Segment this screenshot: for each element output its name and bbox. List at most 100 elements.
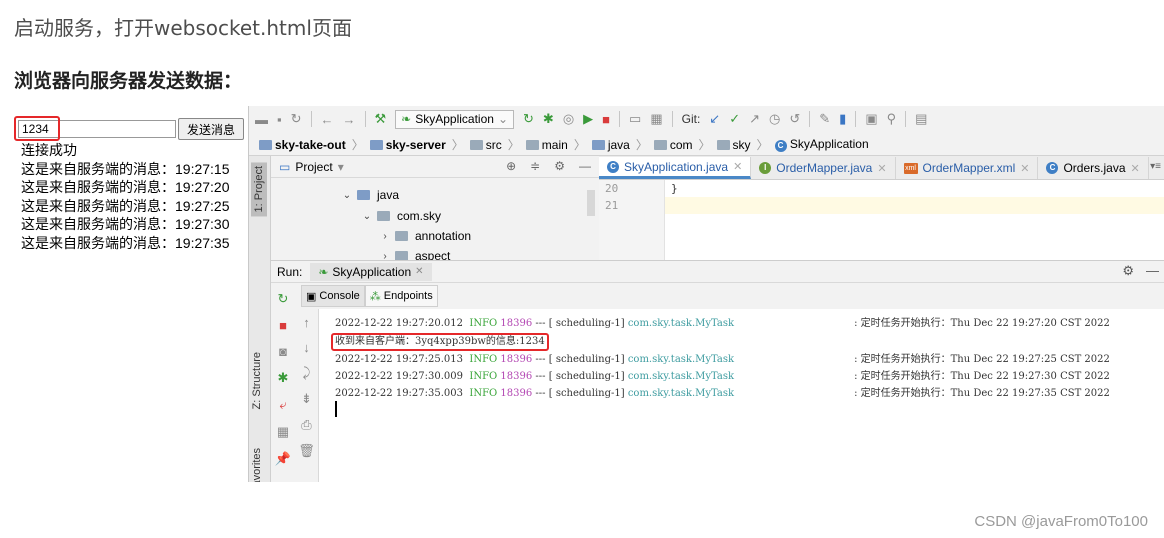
rollback-icon[interactable]: ↺ — [789, 111, 800, 127]
favorites-side-tab[interactable]: 2: Favorites — [251, 448, 263, 482]
locate-icon[interactable]: ⊕ — [506, 159, 516, 173]
git-push-icon[interactable]: ↗ — [749, 111, 760, 127]
rerun-icon[interactable]: ↻ — [278, 291, 289, 307]
toolbar-separator — [310, 111, 312, 127]
sync-icon[interactable]: ↻ — [291, 111, 302, 127]
console-output[interactable]: 2022-12-22 19:27:20.012 INFO 18396 --- [… — [319, 309, 1164, 482]
collapse-icon[interactable]: ≑ — [530, 159, 540, 173]
debug-bug-icon[interactable]: ✱ — [543, 111, 554, 127]
breadcrumb-item[interactable]: com — [653, 138, 693, 152]
close-icon[interactable]: ✕ — [877, 162, 886, 175]
text-cursor — [335, 401, 337, 417]
close-icon[interactable]: ✕ — [733, 160, 742, 173]
tab-ordermapper-java[interactable]: I OrderMapper.java ✕ — [751, 157, 896, 179]
breadcrumb-item[interactable]: sky — [716, 138, 751, 152]
message-item: 这是来自服务端的消息：19:27:15 — [21, 160, 230, 177]
class-icon: C — [607, 160, 619, 173]
layout-grid-icon[interactable]: ▦ — [277, 424, 289, 440]
profiler-icon[interactable]: ▶ — [583, 111, 593, 127]
toolbar-separator — [855, 111, 857, 127]
console-icon: ▣ — [306, 290, 317, 303]
build-hammer-icon[interactable]: ⚒ — [375, 111, 387, 127]
code-editor[interactable]: 20 21 } — [599, 180, 1164, 260]
gear-icon[interactable]: ⚙ — [554, 159, 565, 173]
rerun-icon[interactable]: ↻ — [523, 111, 534, 127]
breadcrumb-item[interactable]: sky-take-out — [259, 138, 346, 152]
translate-icon[interactable]: ▤ — [915, 111, 927, 127]
print-icon[interactable]: ⎙ — [301, 417, 311, 433]
gear-icon[interactable]: ⚙ — [1122, 263, 1134, 279]
back-arrow-icon[interactable]: ← — [321, 112, 334, 127]
chevron-down-icon[interactable]: ▾ — [338, 160, 344, 174]
structure-icon[interactable]: ▦ — [650, 111, 662, 127]
breadcrumb-item[interactable]: src — [469, 138, 502, 152]
line-number: 20 — [605, 182, 619, 195]
pin-icon[interactable]: 📌 — [275, 451, 291, 467]
tabs-overflow-icon[interactable]: ▾≡ — [1150, 161, 1161, 172]
restore-layout-icon[interactable]: ⤶ — [279, 397, 286, 413]
open-folder-icon[interactable]: ▬ — [255, 112, 268, 127]
minimize-icon[interactable]: — — [1146, 263, 1159, 279]
close-icon[interactable]: ✕ — [1131, 162, 1140, 175]
forward-arrow-icon[interactable]: → — [343, 112, 356, 127]
project-title[interactable]: Project — [295, 160, 332, 174]
close-icon[interactable]: ✕ — [1020, 162, 1029, 175]
layout-icon[interactable]: ▭ — [629, 111, 641, 127]
code-line: } — [671, 182, 678, 195]
coverage-icon[interactable]: ◎ — [563, 111, 574, 127]
project-view-icon: ▭ — [279, 159, 291, 174]
structure-side-tab[interactable]: Z: Structure — [251, 352, 263, 409]
search-icon[interactable]: ⚲ — [887, 111, 897, 127]
tab-orders-java[interactable]: C Orders.java ✕ — [1038, 157, 1149, 179]
current-line-highlight — [599, 197, 1164, 214]
terminal-icon[interactable]: ▣ — [865, 111, 877, 127]
send-message-button[interactable]: 发送消息 — [178, 118, 244, 140]
run-tab-skyapplication[interactable]: ❧ SkyApplication ✕ — [310, 262, 432, 281]
log-line: 2022-12-22 19:27:35.003 INFO 18396 --- [… — [335, 388, 1110, 399]
debug-icon[interactable]: ✱ — [278, 370, 289, 386]
breadcrumb-item[interactable]: main — [525, 138, 568, 152]
tab-ordermapper-xml[interactable]: xml OrderMapper.xml ✕ — [896, 157, 1039, 179]
tab-console[interactable]: ▣ Console — [301, 285, 365, 307]
breadcrumb-item[interactable]: C SkyApplication — [774, 137, 869, 152]
breadcrumb-item[interactable]: java — [591, 138, 630, 152]
breadcrumb: sky-take-out 〉 sky-server 〉 src 〉 main 〉… — [249, 134, 1164, 156]
close-icon[interactable]: ✕ — [415, 266, 423, 277]
tree-scrollbar[interactable] — [587, 190, 595, 216]
watermark: CSDN @javaFrom0To100 — [974, 513, 1148, 530]
tree-item[interactable]: ⌄ com.sky — [361, 209, 441, 223]
git-update-icon[interactable]: ↙ — [709, 111, 720, 127]
chevron-down-icon: ⌄ — [497, 112, 509, 126]
ide-window: ▬ ▪ ↻ ← → ⚒ ❧ SkyApplication ⌄ ↻ ✱ ◎ ▶ ■… — [248, 106, 1164, 482]
stop-icon[interactable]: ■ — [279, 318, 287, 333]
console-actions: ↑ ↓ ⤸ ⇟ ⎙ 🗑 — [295, 309, 319, 482]
package-icon — [395, 231, 408, 241]
spring-icon: ❧ — [401, 112, 412, 126]
arrow-up-icon[interactable]: ↑ — [303, 315, 310, 330]
save-icon[interactable]: ▪ — [277, 112, 282, 127]
camera-icon[interactable]: ◙ — [279, 344, 287, 359]
run-label: Run: — [277, 264, 303, 279]
breadcrumb-item[interactable]: sky-server — [369, 138, 446, 152]
tree-item[interactable]: ⌄ java — [341, 188, 399, 202]
message-input[interactable] — [18, 120, 176, 138]
arrow-down-icon[interactable]: ↓ — [303, 340, 310, 355]
minimize-icon[interactable]: — — [579, 159, 591, 173]
run-config-select[interactable]: ❧ SkyApplication ⌄ — [395, 109, 515, 129]
log-line: 2022-12-22 19:27:20.012 INFO 18396 --- [… — [335, 318, 1110, 329]
scroll-to-end-icon[interactable]: ⇟ — [301, 391, 312, 407]
git-commit-icon[interactable]: ✓ — [729, 111, 740, 127]
project-structure-icon[interactable]: ▮ — [839, 111, 846, 127]
settings-wrench-icon[interactable]: ✎ — [819, 111, 830, 127]
browser-page: 发送消息 连接成功 这是来自服务端的消息：19:27:15 这是来自服务端的消息… — [14, 116, 246, 266]
tab-skyapplication[interactable]: C SkyApplication.java ✕ — [599, 157, 752, 179]
tree-item[interactable]: › annotation — [379, 229, 471, 243]
xml-icon: xml — [903, 162, 918, 174]
soft-wrap-icon[interactable]: ⤸ — [303, 365, 311, 381]
history-icon[interactable]: ◷ — [769, 111, 780, 127]
message-item: 连接成功 — [21, 142, 77, 158]
trash-icon[interactable]: 🗑 — [298, 443, 315, 459]
project-side-tab[interactable]: 1: Project — [251, 162, 267, 217]
stop-icon[interactable]: ■ — [602, 112, 610, 127]
tab-endpoints[interactable]: ⁂ Endpoints — [364, 285, 438, 307]
